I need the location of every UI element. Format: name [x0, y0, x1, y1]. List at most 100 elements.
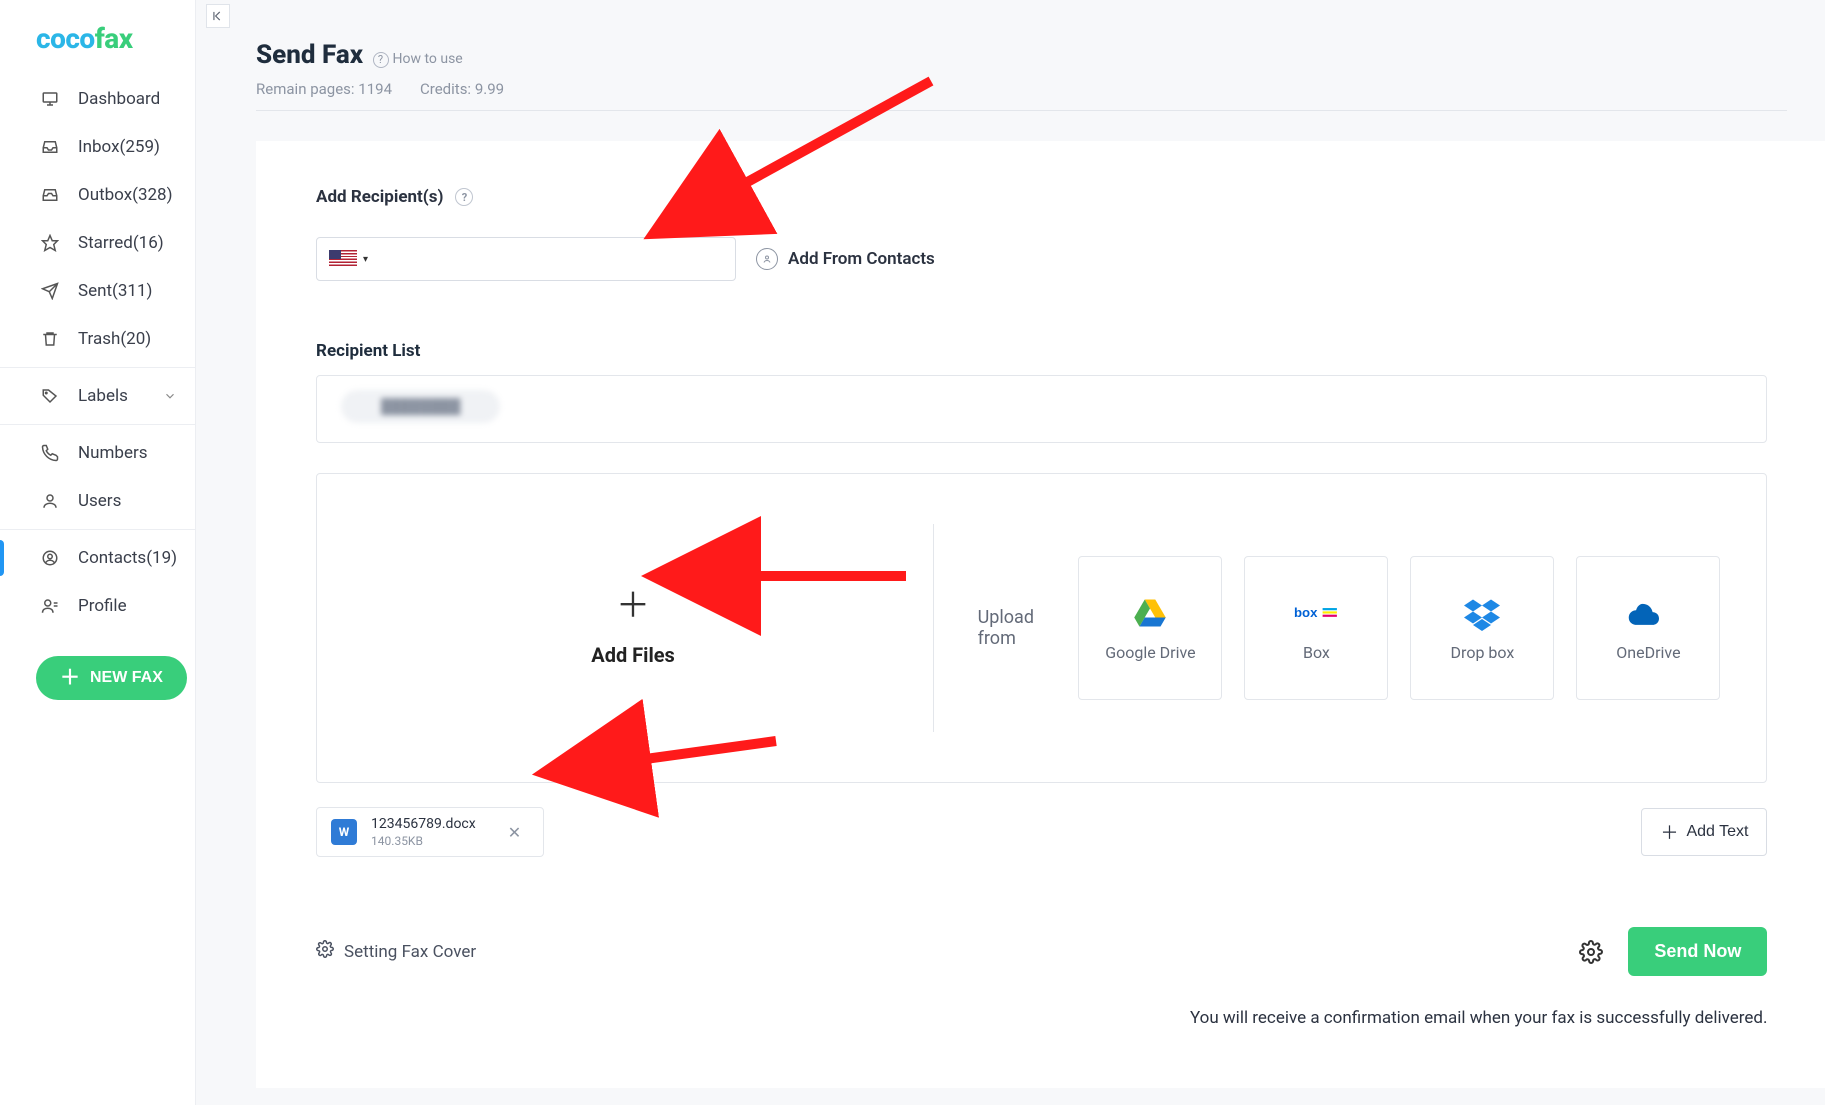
paper-plane-icon [40, 281, 60, 301]
footer-actions: Send Now [1578, 927, 1767, 976]
attached-files-row: W 123456789.docx 140.35KB ✕ ＋ Add Text [316, 807, 1767, 857]
sidebar-item-label: Trash(20) [78, 329, 177, 349]
star-icon [40, 233, 60, 253]
file-size: 140.35KB [371, 834, 476, 848]
upload-from-label: Upload from [964, 607, 1049, 649]
sidebar-item-dashboard[interactable]: Dashboard [0, 75, 195, 123]
sidebar-item-sent[interactable]: Sent(311) [0, 267, 195, 315]
provider-google-drive[interactable]: Google Drive [1078, 556, 1222, 700]
add-from-contacts-label: Add From Contacts [788, 249, 935, 269]
sidebar-item-label: Starred(16) [78, 233, 177, 253]
plus-icon: ＋ [60, 668, 80, 688]
new-fax-button[interactable]: ＋ NEW FAX [36, 656, 187, 700]
file-name: 123456789.docx [371, 816, 476, 832]
sidebar-item-contacts[interactable]: Contacts(19) [0, 534, 195, 582]
app-root: cocofax Dashboard Inbox(259) Outbox(328)… [0, 0, 1825, 1105]
plus-icon: ＋ [616, 589, 650, 623]
provider-box[interactable]: box Box [1244, 556, 1388, 700]
sidebar-item-starred[interactable]: Starred(16) [0, 219, 195, 267]
onedrive-icon [1626, 595, 1670, 631]
recipient-phone-field[interactable] [378, 251, 723, 268]
user-icon [40, 491, 60, 511]
profile-icon [40, 596, 60, 616]
footer-row: Setting Fax Cover Send Now [316, 927, 1767, 976]
remain-pages: Remain pages: 1194 [256, 80, 392, 98]
sidebar-item-label: Contacts(19) [78, 548, 177, 568]
setting-fax-cover-button[interactable]: Setting Fax Cover [316, 940, 476, 963]
sidebar-item-labels[interactable]: Labels [0, 372, 195, 420]
upload-box: ＋ Add Files Upload from Google Drive box [316, 473, 1767, 783]
send-now-button[interactable]: Send Now [1628, 927, 1767, 976]
sidebar-item-numbers[interactable]: Numbers [0, 429, 195, 477]
add-recipients-title: Add Recipient(s) ? [316, 187, 1767, 207]
sidebar-item-label: Sent(311) [78, 281, 177, 301]
sidebar-item-label: Inbox(259) [78, 137, 177, 157]
add-files-label: Add Files [591, 643, 675, 667]
provider-dropbox[interactable]: Drop box [1410, 556, 1554, 700]
remove-file-button[interactable]: ✕ [508, 823, 521, 842]
trash-icon [40, 329, 60, 349]
add-text-button[interactable]: ＋ Add Text [1641, 808, 1767, 856]
sidebar-item-outbox[interactable]: Outbox(328) [0, 171, 195, 219]
monitor-icon [40, 89, 60, 109]
provider-onedrive[interactable]: OneDrive [1576, 556, 1720, 700]
new-fax-label: NEW FAX [90, 669, 163, 687]
add-from-contacts-button[interactable]: Add From Contacts [756, 248, 935, 270]
help-icon[interactable]: ? [455, 188, 473, 206]
provider-label: Box [1303, 643, 1330, 662]
provider-label: Drop box [1451, 643, 1515, 662]
chevron-down-icon [163, 389, 177, 403]
sidebar-item-label: Dashboard [78, 89, 177, 109]
main-area: Send Fax ?How to use Remain pages: 1194 … [196, 0, 1825, 1105]
dropbox-icon [1460, 595, 1504, 631]
send-settings-button[interactable] [1578, 939, 1604, 965]
add-files-button[interactable]: ＋ Add Files [363, 589, 903, 667]
recipient-list: ████████ [316, 375, 1767, 443]
credits: Credits: 9.99 [420, 80, 504, 98]
howto-label: How to use [393, 51, 463, 67]
svg-text:box: box [1294, 604, 1318, 619]
chevron-down-icon[interactable]: ▾ [363, 254, 368, 265]
sidebar-item-users[interactable]: Users [0, 477, 195, 525]
sidebar: cocofax Dashboard Inbox(259) Outbox(328)… [0, 0, 196, 1105]
outbox-icon [40, 185, 60, 205]
attached-file-item: W 123456789.docx 140.35KB ✕ [316, 807, 544, 857]
sidebar-item-inbox[interactable]: Inbox(259) [0, 123, 195, 171]
provider-grid: Google Drive box Box Drop box [1078, 556, 1720, 700]
confirmation-text: You will receive a confirmation email wh… [316, 1008, 1767, 1028]
provider-label: Google Drive [1105, 643, 1195, 662]
recipient-list-title: Recipient List [316, 341, 1767, 361]
recipient-chip-redacted: ████████ [341, 390, 500, 423]
logo-part2: fax [95, 22, 133, 55]
how-to-use-link[interactable]: ?How to use [373, 51, 463, 67]
question-icon: ? [373, 52, 389, 68]
nav-divider [0, 424, 195, 425]
gear-icon [316, 940, 334, 963]
header-divider [256, 110, 1787, 111]
page-header: Send Fax ?How to use Remain pages: 1194 … [196, 0, 1825, 127]
recipient-input-row: ▾ Add From Contacts [316, 237, 1767, 281]
sidebar-collapse-button[interactable] [206, 4, 230, 28]
sidebar-item-trash[interactable]: Trash(20) [0, 315, 195, 363]
nav-divider [0, 529, 195, 530]
user-circle-icon [756, 248, 778, 270]
content-card: Add Recipient(s) ? ▾ Add From Contacts R… [256, 141, 1825, 1088]
vertical-divider [933, 524, 934, 732]
app-logo: cocofax [0, 0, 195, 75]
logo-part1: coco [36, 22, 95, 55]
page-title: Send Fax [256, 40, 363, 70]
box-icon: box [1294, 595, 1338, 631]
sidebar-item-label: Numbers [78, 443, 177, 463]
recipient-phone-input[interactable]: ▾ [316, 237, 736, 281]
sidebar-item-label: Profile [78, 596, 177, 616]
flag-us-icon [329, 250, 357, 268]
sidebar-item-label: Labels [78, 386, 145, 406]
word-doc-icon: W [331, 819, 357, 845]
add-text-label: Add Text [1686, 823, 1748, 841]
google-drive-icon [1128, 595, 1172, 631]
sidebar-nav: Dashboard Inbox(259) Outbox(328) Starred… [0, 75, 195, 630]
tag-icon [40, 386, 60, 406]
sidebar-item-profile[interactable]: Profile [0, 582, 195, 630]
inbox-icon [40, 137, 60, 157]
new-fax-wrap: ＋ NEW FAX [0, 630, 195, 700]
